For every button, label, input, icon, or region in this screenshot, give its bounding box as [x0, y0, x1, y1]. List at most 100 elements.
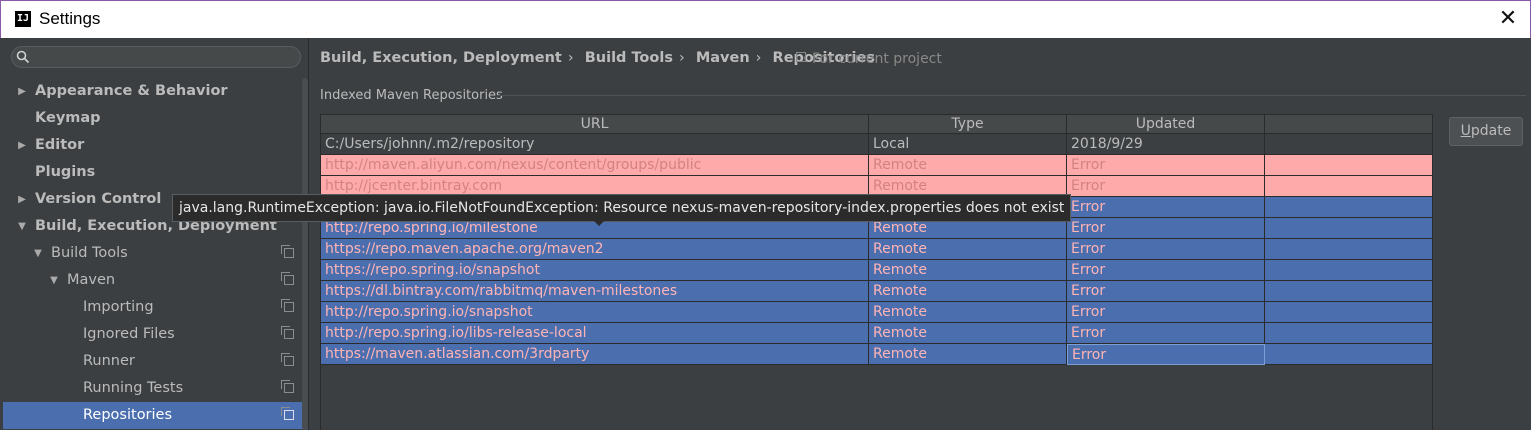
empty-cell[interactable]: [1265, 239, 1433, 260]
url-cell[interactable]: https://repo.maven.apache.org/maven2: [321, 239, 869, 260]
expand-arrow-icon[interactable]: ▶: [17, 186, 27, 213]
url-cell[interactable]: http://repo.spring.io/libs-release-local: [321, 323, 869, 344]
column-header-url[interactable]: URL: [321, 115, 869, 133]
empty-cell[interactable]: [1265, 323, 1433, 344]
updated-cell[interactable]: Error: [1067, 218, 1265, 239]
sidebar-item-label: Build Tools: [51, 245, 128, 261]
url-cell[interactable]: https://dl.bintray.com/rabbitmq/maven-mi…: [321, 281, 869, 302]
empty-cell[interactable]: [1265, 155, 1433, 176]
updated-cell[interactable]: Error: [1067, 155, 1265, 176]
sidebar-item-ignored-files[interactable]: Ignored Files: [3, 321, 308, 348]
copy-icon: [281, 326, 294, 339]
empty-cell[interactable]: [1265, 176, 1433, 197]
sidebar-item-keymap[interactable]: Keymap: [3, 105, 308, 132]
empty-cell[interactable]: [1265, 344, 1433, 365]
title-bar: IJ Settings ✕: [0, 0, 1531, 38]
breadcrumb-separator: ›: [678, 50, 685, 66]
empty-cell[interactable]: [1265, 218, 1433, 239]
sidebar-item-label: Ignored Files: [83, 326, 175, 342]
updated-cell[interactable]: Error: [1067, 197, 1265, 218]
sidebar-item-label: Appearance & Behavior: [35, 83, 228, 99]
section-divider: [498, 95, 1526, 96]
breadcrumb-item: Maven: [695, 50, 750, 66]
copy-icon: [281, 353, 294, 366]
type-cell[interactable]: Local: [869, 134, 1067, 155]
breadcrumb-separator: ›: [567, 50, 574, 66]
sidebar-item-label: Plugins: [35, 164, 96, 180]
empty-cell[interactable]: [1265, 302, 1433, 323]
sidebar-item-label: Editor: [35, 137, 85, 153]
column-header-updated[interactable]: Updated: [1067, 115, 1265, 133]
repositories-table[interactable]: URL Type Updated C:/Users/johnn/.m2/repo…: [320, 114, 1433, 430]
empty-cell[interactable]: [1265, 260, 1433, 281]
copy-icon: [281, 245, 294, 258]
sidebar-item-maven[interactable]: ▼ Maven: [3, 267, 308, 294]
search-input[interactable]: [34, 49, 298, 67]
sidebar-scrollbar[interactable]: [302, 78, 308, 430]
update-button[interactable]: Update: [1449, 117, 1523, 146]
sidebar-item-label: Running Tests: [83, 380, 184, 396]
expand-arrow-icon[interactable]: ▶: [17, 132, 27, 159]
url-cell[interactable]: http://maven.aliyun.com/nexus/content/gr…: [321, 155, 869, 176]
collapse-arrow-icon[interactable]: ▼: [17, 213, 27, 240]
table-row[interactable]: https://maven.atlassian.com/3rdparty Rem…: [321, 344, 1433, 365]
table-row[interactable]: http://repo.spring.io/snapshot Remote Er…: [321, 302, 1433, 323]
type-cell[interactable]: Remote: [869, 281, 1067, 302]
tooltip-pointer: [593, 220, 605, 226]
table-row[interactable]: http://repo.spring.io/libs-release-local…: [321, 323, 1433, 344]
sidebar-item-running-tests[interactable]: Running Tests: [3, 375, 308, 402]
sidebar-item-appearance-behavior[interactable]: ▶ Appearance & Behavior: [3, 78, 308, 105]
close-icon[interactable]: ✕: [1496, 7, 1520, 31]
copy-icon: [281, 299, 294, 312]
url-cell[interactable]: http://repo.spring.io/snapshot: [321, 302, 869, 323]
expand-arrow-icon[interactable]: ▶: [17, 78, 27, 105]
type-cell[interactable]: Remote: [869, 344, 1067, 365]
updated-cell[interactable]: Error: [1067, 260, 1265, 281]
sidebar-item-label: Importing: [83, 299, 154, 315]
search-box[interactable]: [11, 46, 301, 68]
table-row[interactable]: http://maven.aliyun.com/nexus/content/gr…: [321, 155, 1433, 176]
sidebar-item-runner[interactable]: Runner: [3, 348, 308, 375]
empty-cell[interactable]: [1265, 197, 1433, 218]
sidebar-item-plugins[interactable]: Plugins: [3, 159, 308, 186]
sidebar-item-repositories[interactable]: Repositories: [3, 402, 308, 429]
section-title: Indexed Maven Repositories: [320, 88, 503, 103]
collapse-arrow-icon[interactable]: ▼: [33, 240, 43, 267]
table-row[interactable]: https://dl.bintray.com/rabbitmq/maven-mi…: [321, 281, 1433, 302]
update-button-mnemonic: U: [1460, 123, 1471, 139]
updated-cell[interactable]: Error: [1067, 176, 1265, 197]
url-cell[interactable]: C:/Users/johnn/.m2/repository: [321, 134, 869, 155]
table-row[interactable]: https://repo.spring.io/snapshot Remote E…: [321, 260, 1433, 281]
settings-sidebar: ▶ Appearance & Behavior Keymap ▶ Editor …: [3, 38, 309, 430]
empty-cell[interactable]: [1265, 134, 1433, 155]
sidebar-item-importing[interactable]: Importing: [3, 294, 308, 321]
table-row[interactable]: https://repo.maven.apache.org/maven2 Rem…: [321, 239, 1433, 260]
sidebar-item-editor[interactable]: ▶ Editor: [3, 132, 308, 159]
type-cell[interactable]: Remote: [869, 239, 1067, 260]
url-cell[interactable]: https://maven.atlassian.com/3rdparty: [321, 344, 869, 365]
collapse-arrow-icon[interactable]: ▼: [49, 267, 59, 294]
updated-cell[interactable]: 2018/9/29: [1067, 134, 1265, 155]
project-icon: [796, 52, 806, 62]
sidebar-item-label: Runner: [83, 353, 135, 369]
url-cell[interactable]: https://repo.spring.io/snapshot: [321, 260, 869, 281]
window-title: Settings: [39, 9, 101, 28]
table-row[interactable]: C:/Users/johnn/.m2/repository Local 2018…: [321, 134, 1433, 155]
type-cell[interactable]: Remote: [869, 302, 1067, 323]
updated-cell[interactable]: Error: [1067, 239, 1265, 260]
column-header-empty: [1265, 115, 1433, 133]
sidebar-item-build-tools[interactable]: ▼ Build Tools: [3, 240, 308, 267]
updated-cell[interactable]: Error: [1067, 344, 1265, 365]
updated-cell[interactable]: Error: [1067, 323, 1265, 344]
empty-cell[interactable]: [1265, 281, 1433, 302]
breadcrumb-item: Build Tools: [584, 50, 673, 66]
project-scope-label: For current project: [812, 51, 942, 67]
update-button-label: pdate: [1470, 123, 1512, 139]
updated-cell[interactable]: Error: [1067, 281, 1265, 302]
copy-icon: [281, 380, 294, 393]
type-cell[interactable]: Remote: [869, 155, 1067, 176]
type-cell[interactable]: Remote: [869, 260, 1067, 281]
column-header-type[interactable]: Type: [869, 115, 1067, 133]
type-cell[interactable]: Remote: [869, 323, 1067, 344]
updated-cell[interactable]: Error: [1067, 302, 1265, 323]
